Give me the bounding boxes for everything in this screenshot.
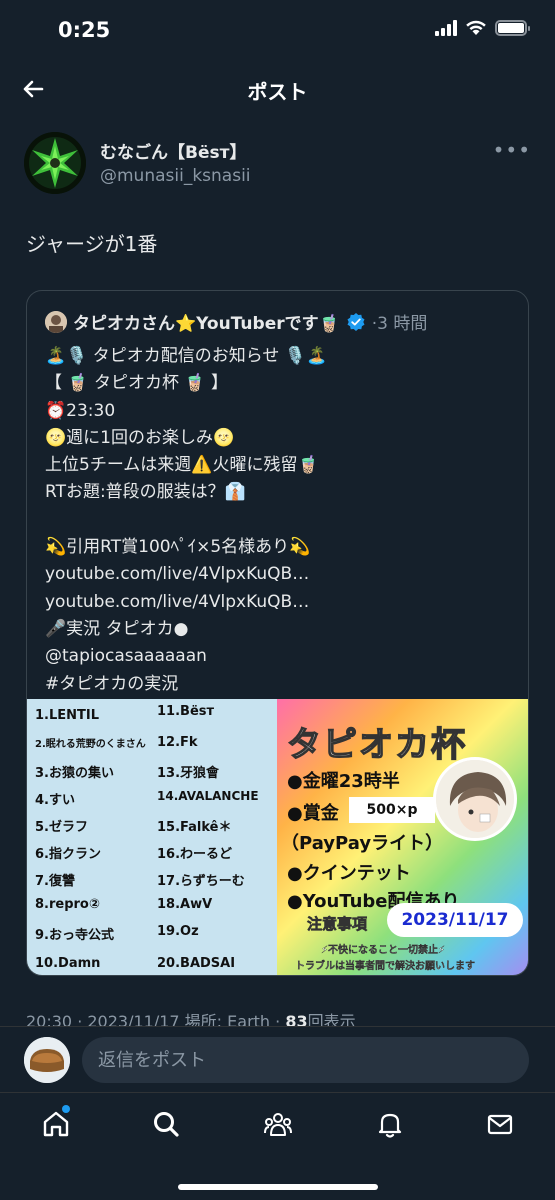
team-entry: 4.すい [35, 793, 75, 808]
youtube-link[interactable]: youtube.com/live/4VlpxKuQB… [45, 589, 515, 616]
quoted-line: 💫引用RT賞100ﾍﾟｲ×5名様あり💫 [45, 537, 311, 558]
post-author: むなごん【Bësт】 @munasii_ksnasii ••• [24, 132, 531, 194]
more-options-icon[interactable]: ••• [493, 138, 531, 162]
event-prize-label: ●賞金 [287, 803, 339, 824]
communities-icon[interactable] [263, 1109, 293, 1139]
team-entry: 13.牙狼會 [157, 766, 220, 781]
hashtag-link[interactable]: #タピオカの実況 [45, 671, 515, 698]
team-entry: 17.らずちーむ [157, 874, 245, 889]
quoted-line: RTお題:普段の服装は？👔 [45, 482, 246, 503]
quoted-author-avatar [45, 310, 67, 333]
wifi-icon [466, 20, 486, 35]
team-entry: 16.わーるど [157, 847, 233, 862]
author-handle[interactable]: @munasii_ksnasii [100, 166, 251, 186]
search-icon[interactable] [151, 1109, 181, 1139]
team-entry: 1.LENTIL [35, 708, 100, 723]
quoted-line [45, 507, 515, 534]
team-entry: 6.指クラン [35, 847, 101, 862]
verified-badge-icon [347, 312, 365, 331]
event-prize-note: （PayPayライト） [281, 833, 444, 854]
notice-line: ⚡不快になること一切禁止⚡ [321, 945, 446, 956]
team-entry: 18.AwV [157, 897, 213, 912]
quoted-post-time: ·3 時間 [371, 314, 428, 334]
event-prize-amount: 500×p [349, 797, 435, 823]
home-icon[interactable] [41, 1109, 71, 1139]
quoted-line: 【 🧋 タピオカ杯 🧋 】 [45, 373, 228, 394]
home-indicator [178, 1184, 378, 1190]
author-avatar[interactable] [24, 132, 86, 194]
mention-link[interactable]: @tapiocasaaaaaan [45, 643, 515, 670]
post-text: ジャージが1番 [26, 232, 158, 256]
quoted-line: 上位5チームは来週⚠️火曜に残留🧋 [45, 455, 319, 476]
team-entry: 14.AVALANCHE [157, 789, 259, 803]
quoted-post[interactable]: タピオカさん⭐YouTuberです🧋 ·3 時間 🏝️🎙️ タピオカ配信のお知ら… [26, 290, 529, 976]
notice-line: トラブルは当事者間で解決お願いします [295, 961, 475, 972]
team-entry: 3.お猿の集い [35, 766, 114, 781]
event-title: タピオカ杯 [286, 724, 467, 766]
team-entry: 7.復讐 [35, 874, 75, 889]
quoted-post-header: タピオカさん⭐YouTuberです🧋 ·3 時間 [45, 309, 427, 334]
team-entry: 2.眠れる荒野のくまさん [35, 739, 146, 750]
team-entry: 8.repro② [35, 897, 100, 912]
team-entry: 5.ゼラフ [35, 820, 88, 835]
character-illustration [433, 757, 517, 841]
team-entry: 15.Falkê＊ [157, 820, 232, 835]
author-name[interactable]: むなごん【Bësт】 [100, 138, 246, 163]
team-list-panel: 1.LENTIL 2.眠れる荒野のくまさん 3.お猿の集い 4.すい 5.ゼラフ… [27, 699, 277, 975]
reply-bar [0, 1026, 555, 1092]
top-nav: ポスト [0, 62, 555, 116]
bottom-tab-bar [0, 1092, 555, 1200]
reply-input[interactable] [82, 1037, 529, 1083]
team-entry: 9.おっ寺公式 [35, 928, 114, 943]
cellular-signal-icon [435, 20, 457, 36]
quoted-line: ⏰23:30 [45, 400, 116, 421]
team-entry: 10.Damn [35, 956, 101, 971]
notification-dot [62, 1105, 70, 1113]
team-entry: 19.Oz [157, 924, 199, 939]
user-avatar[interactable] [24, 1037, 70, 1083]
quoted-line: 🏝️🎙️ タピオカ配信のお知らせ 🎙️🏝️ [45, 346, 328, 366]
team-entry: 12.Fk [157, 735, 198, 750]
notifications-bell-icon[interactable] [375, 1109, 405, 1139]
quoted-line: 🌝週に1回のお楽しみ🌝 [45, 427, 235, 448]
event-info-panel: タピオカ杯 ●金曜23時半 ●賞金 500×p （PayPayライト） ●クイン… [277, 699, 528, 975]
messages-icon[interactable] [485, 1109, 515, 1139]
quoted-line: 🎤実況 タピオカ● [45, 618, 189, 639]
battery-icon [495, 20, 530, 36]
status-bar: 0:25 [0, 0, 555, 60]
notice-title: 注意事項 [307, 915, 368, 934]
quoted-post-text: 🏝️🎙️ タピオカ配信のお知らせ 🎙️🏝️ 【 🧋 タピオカ杯 🧋 】 ⏰23:… [45, 343, 515, 698]
status-icons [435, 20, 530, 36]
quoted-author-name: タピオカさん⭐YouTuberです🧋 [73, 314, 340, 334]
team-entry: 11.Bësт [157, 704, 215, 719]
youtube-link[interactable]: youtube.com/live/4VlpxKuQB… [45, 561, 515, 588]
event-date: 2023/11/17 [387, 903, 523, 937]
team-entry: 20.BADSAI [157, 956, 236, 971]
status-time: 0:25 [58, 18, 111, 42]
promo-image[interactable]: 1.LENTIL 2.眠れる荒野のくまさん 3.お猿の集い 4.すい 5.ゼラフ… [27, 699, 528, 975]
event-time: ●金曜23時半 [287, 771, 400, 792]
page-title: ポスト [247, 80, 308, 104]
event-format: ●クインテット [287, 863, 411, 884]
